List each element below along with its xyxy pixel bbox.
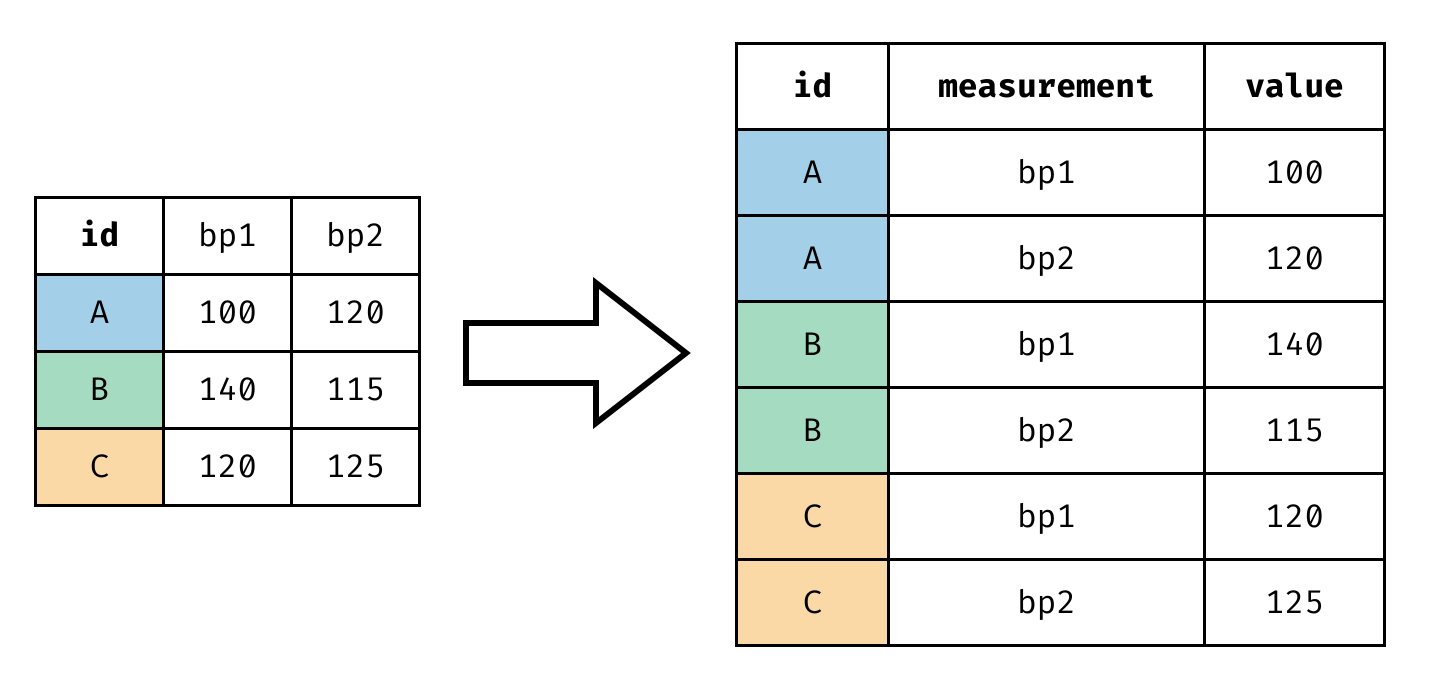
wide-cell-bp1: 120 [164, 429, 292, 506]
wide-cell-id: B [36, 352, 164, 429]
long-cell-value: 120 [1205, 474, 1385, 560]
long-cell-id: C [737, 560, 889, 646]
wide-header-row: id bp1 bp2 [36, 198, 420, 275]
long-cell-measurement: bp1 [889, 474, 1205, 560]
wide-row-c: C 120 125 [36, 429, 420, 506]
wide-row-a: A 100 120 [36, 275, 420, 352]
long-cell-value: 100 [1205, 130, 1385, 216]
long-row: A bp1 100 [737, 130, 1385, 216]
long-cell-id: A [737, 130, 889, 216]
long-row: B bp1 140 [737, 302, 1385, 388]
long-cell-measurement: bp2 [889, 388, 1205, 474]
wide-cell-bp2: 120 [292, 275, 420, 352]
long-row: A bp2 120 [737, 216, 1385, 302]
long-cell-value: 120 [1205, 216, 1385, 302]
long-cell-value: 125 [1205, 560, 1385, 646]
long-header-id: id [737, 44, 889, 130]
long-cell-id: B [737, 302, 889, 388]
long-row: C bp1 120 [737, 474, 1385, 560]
long-cell-measurement: bp2 [889, 216, 1205, 302]
long-cell-id: A [737, 216, 889, 302]
wide-header-bp1: bp1 [164, 198, 292, 275]
long-cell-measurement: bp2 [889, 560, 1205, 646]
wide-header-id: id [36, 198, 164, 275]
long-cell-id: C [737, 474, 889, 560]
wide-cell-id: C [36, 429, 164, 506]
wide-cell-bp2: 125 [292, 429, 420, 506]
long-cell-measurement: bp1 [889, 130, 1205, 216]
long-header-measurement: measurement [889, 44, 1205, 130]
wide-cell-id: A [36, 275, 164, 352]
diagram-stage: id bp1 bp2 A 100 120 B 140 115 C 120 125… [0, 0, 1449, 695]
arrow-right-icon [446, 268, 706, 438]
wide-row-b: B 140 115 [36, 352, 420, 429]
wide-cell-bp2: 115 [292, 352, 420, 429]
long-cell-id: B [737, 388, 889, 474]
long-row: B bp2 115 [737, 388, 1385, 474]
long-cell-value: 115 [1205, 388, 1385, 474]
long-header-value: value [1205, 44, 1385, 130]
wide-table: id bp1 bp2 A 100 120 B 140 115 C 120 125 [34, 196, 421, 507]
long-table: id measurement value A bp1 100 A bp2 120… [735, 42, 1386, 647]
wide-header-bp2: bp2 [292, 198, 420, 275]
wide-cell-bp1: 140 [164, 352, 292, 429]
long-row: C bp2 125 [737, 560, 1385, 646]
wide-cell-bp1: 100 [164, 275, 292, 352]
long-cell-value: 140 [1205, 302, 1385, 388]
long-header-row: id measurement value [737, 44, 1385, 130]
long-cell-measurement: bp1 [889, 302, 1205, 388]
